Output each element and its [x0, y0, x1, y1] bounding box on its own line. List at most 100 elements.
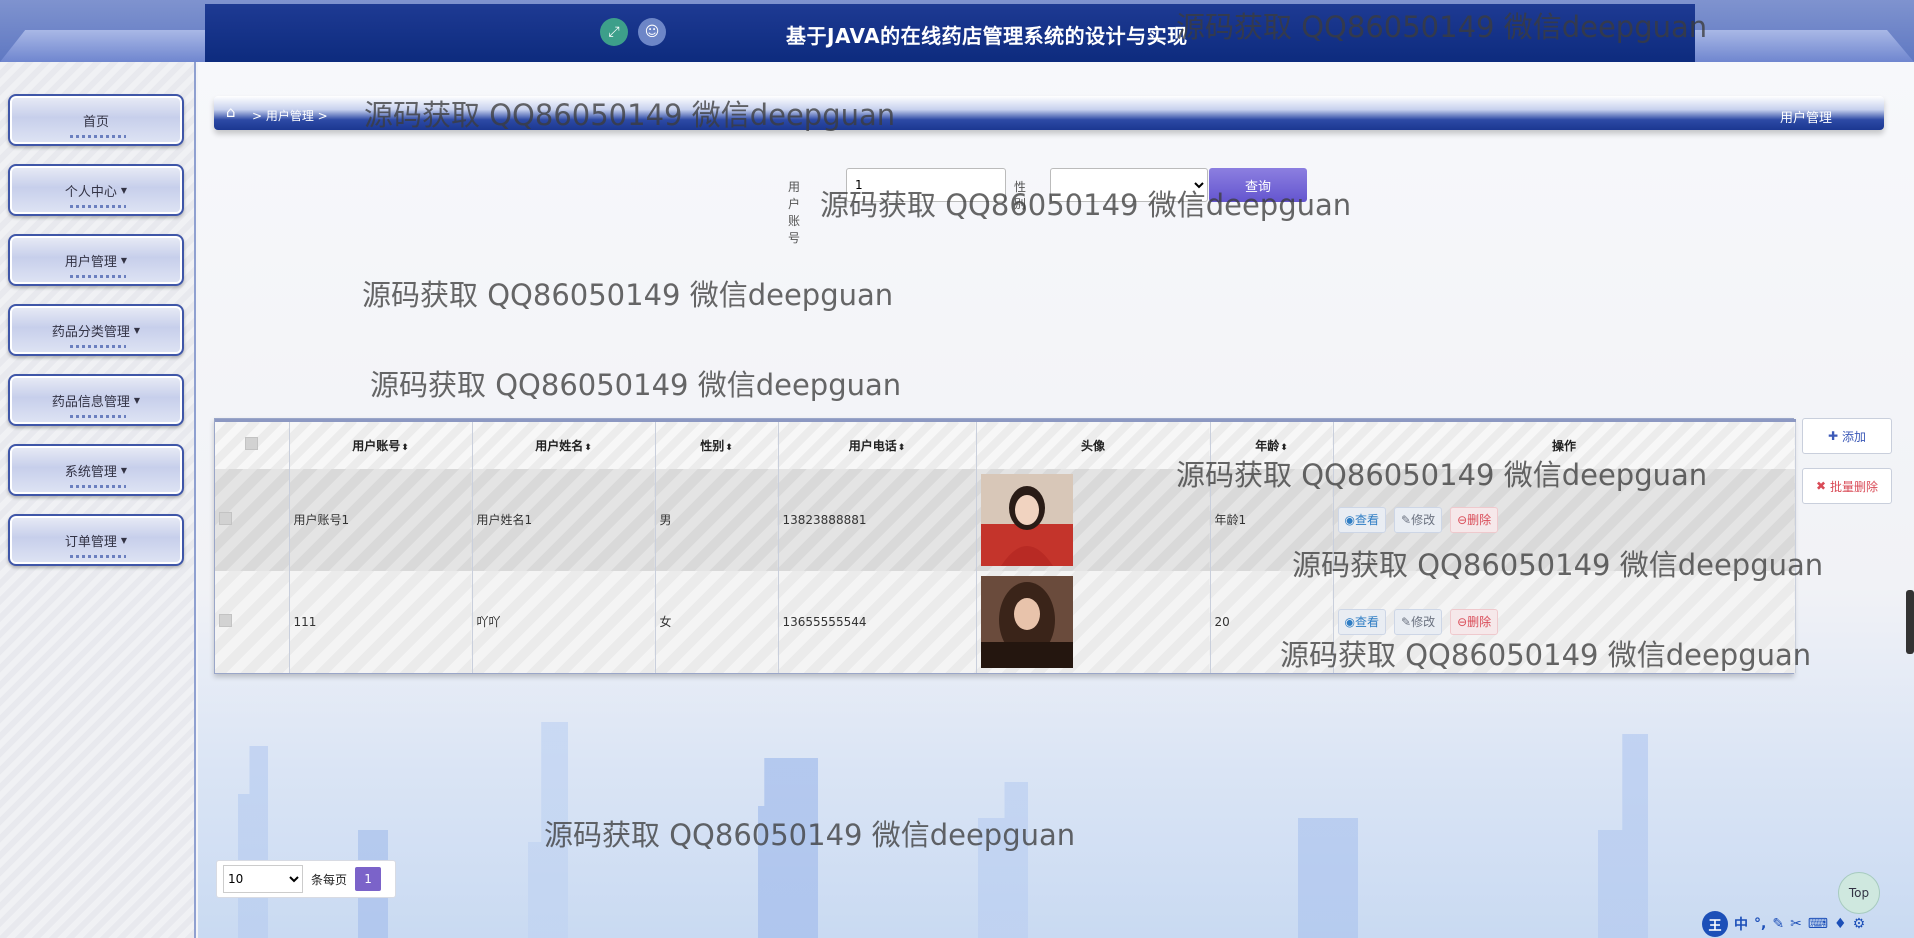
back-to-top-button[interactable]: Top	[1838, 872, 1880, 914]
row-select-cell	[215, 468, 290, 571]
avatar-image	[980, 575, 1073, 668]
menu-dots	[70, 275, 126, 278]
sort-icon: ⬍	[401, 442, 409, 453]
edit-button[interactable]: ✎ 修改	[1394, 506, 1443, 533]
row-checkbox[interactable]	[219, 511, 232, 525]
close-icon: ✖	[1815, 479, 1827, 493]
sidebar-item-label: 系统管理	[64, 464, 117, 480]
delete-button[interactable]: ⊖ 删除	[1450, 506, 1499, 533]
col-header-actions: 操作	[1333, 419, 1796, 469]
gender-select[interactable]	[1050, 168, 1208, 202]
menu-dots	[70, 345, 126, 348]
caret-down-icon: ▼	[133, 325, 141, 335]
add-button[interactable]: ✚ 添加	[1802, 418, 1892, 454]
col-header-avatar: 头像	[976, 419, 1211, 469]
account-input[interactable]	[846, 168, 1006, 202]
account-label: 用户账号	[788, 180, 801, 245]
keyboard-icon[interactable]: ⌨	[1808, 916, 1828, 932]
menu-dots	[70, 555, 126, 558]
sidebar-item-profile[interactable]: 个人中心 ▼	[8, 164, 184, 216]
shirt-icon[interactable]: ♦	[1834, 916, 1847, 932]
select-all-checkbox[interactable]	[245, 437, 259, 451]
cell-gender: 男	[655, 468, 779, 571]
cell-account: 111	[289, 570, 473, 673]
expand-icon[interactable]: ⤢	[600, 18, 628, 46]
punctuation-icon[interactable]: °,	[1754, 916, 1766, 932]
page-size-select[interactable]: 10	[223, 865, 303, 893]
sort-icon: ⬍	[1280, 442, 1288, 453]
avatar-image	[980, 473, 1073, 566]
ime-logo-icon[interactable]: 王	[1702, 911, 1728, 937]
caret-down-icon: ▼	[120, 185, 128, 195]
col-header-name[interactable]: 用户姓名⬍	[472, 419, 656, 469]
sidebar-item-drug-info[interactable]: 药品信息管理 ▼	[8, 374, 184, 426]
page-number-button[interactable]: 1	[355, 867, 382, 891]
sidebar: 首页 个人中心 ▼ 用户管理 ▼ 药品分类管理 ▼ 药品信息管理 ▼ 系统管理 …	[0, 62, 196, 938]
sort-icon: ⬍	[584, 442, 592, 453]
eye-icon: ◉	[1344, 512, 1355, 527]
table-header-row: 用户账号⬍ 用户姓名⬍ 性别⬍ 用户电话⬍ 头像 年龄⬍ 操作	[215, 419, 1796, 469]
remove-icon: ⊖	[1457, 512, 1468, 527]
cell-avatar	[976, 468, 1211, 571]
home-icon[interactable]: ⌂	[226, 103, 236, 121]
delete-button[interactable]: ⊖ 删除	[1450, 608, 1499, 635]
app-title: 基于JAVA的在线药店管理系统的设计与实现	[786, 24, 1188, 48]
cell-phone: 13655555544	[778, 570, 977, 673]
menu-dots	[70, 485, 126, 488]
batch-delete-button[interactable]: ✖ 批量删除	[1802, 468, 1892, 504]
col-header-age[interactable]: 年龄⬍	[1210, 419, 1334, 469]
col-header-gender[interactable]: 性别⬍	[655, 419, 779, 469]
caret-down-icon: ▼	[120, 465, 128, 475]
cell-account: 用户账号1	[289, 468, 473, 571]
col-header-phone[interactable]: 用户电话⬍	[778, 419, 977, 469]
select-all-cell	[215, 419, 290, 469]
row-select-cell	[215, 570, 290, 673]
sidebar-item-label: 个人中心	[64, 184, 117, 200]
cell-age: 20	[1210, 570, 1334, 673]
pencil-icon: ✎	[1401, 614, 1412, 629]
cell-phone: 13823888881	[778, 468, 977, 571]
remove-icon: ⊖	[1457, 614, 1468, 629]
sidebar-item-users[interactable]: 用户管理 ▼	[8, 234, 184, 286]
sidebar-item-system[interactable]: 系统管理 ▼	[8, 444, 184, 496]
cell-age: 年龄1	[1210, 468, 1334, 571]
sort-icon: ⬍	[897, 442, 906, 453]
view-button[interactable]: ◉ 查看	[1337, 506, 1386, 533]
plus-icon: ✚	[1827, 429, 1839, 443]
table-row: 111 吖吖 女 13655555544 20 ◉ 查看 ✎ 修改 ⊖ 删除	[215, 570, 1796, 673]
sidebar-item-orders[interactable]: 订单管理 ▼	[8, 514, 184, 566]
view-button[interactable]: ◉ 查看	[1337, 608, 1386, 635]
cell-name: 用户姓名1	[472, 468, 656, 571]
caret-down-icon: ▼	[120, 255, 128, 265]
user-icon[interactable]: ☺	[638, 18, 666, 46]
sidebar-item-label: 药品信息管理	[51, 394, 130, 410]
breadcrumb-path: > 用户管理 >	[252, 109, 328, 123]
pencil-icon: ✎	[1401, 512, 1412, 527]
sidebar-item-label: 首页	[82, 114, 109, 130]
scissors-icon[interactable]: ✂	[1790, 916, 1802, 932]
sidebar-item-home[interactable]: 首页	[8, 94, 184, 146]
sidebar-item-label: 药品分类管理	[51, 324, 130, 340]
page-scrollbar[interactable]	[1906, 590, 1914, 654]
menu-dots	[70, 205, 126, 208]
menu-dots	[70, 135, 126, 138]
sidebar-item-drug-category[interactable]: 药品分类管理 ▼	[8, 304, 184, 356]
row-checkbox[interactable]	[219, 613, 232, 627]
city-background	[198, 710, 1914, 938]
header-left-wing	[0, 30, 210, 62]
user-table: 用户账号⬍ 用户姓名⬍ 性别⬍ 用户电话⬍ 头像 年龄⬍ 操作 用户账号1 用户…	[214, 418, 1796, 674]
pen-icon[interactable]: ✎	[1772, 916, 1784, 932]
per-page-label: 条每页	[311, 872, 348, 887]
ime-mode[interactable]: 中	[1734, 914, 1748, 934]
breadcrumb-right-title: 用户管理	[1779, 111, 1832, 126]
caret-down-icon: ▼	[133, 395, 141, 405]
breadcrumb: ⌂ > 用户管理 > 用户管理	[214, 96, 1884, 130]
pagination: 10 条每页 1	[216, 860, 396, 898]
edit-button[interactable]: ✎ 修改	[1394, 608, 1443, 635]
settings-icon[interactable]: ⚙	[1853, 916, 1866, 932]
menu-dots	[70, 415, 126, 418]
cell-actions: ◉ 查看 ✎ 修改 ⊖ 删除	[1333, 468, 1796, 571]
sidebar-item-label: 用户管理	[64, 254, 117, 270]
col-header-account[interactable]: 用户账号⬍	[289, 419, 473, 469]
query-button[interactable]: 查询	[1209, 168, 1307, 202]
